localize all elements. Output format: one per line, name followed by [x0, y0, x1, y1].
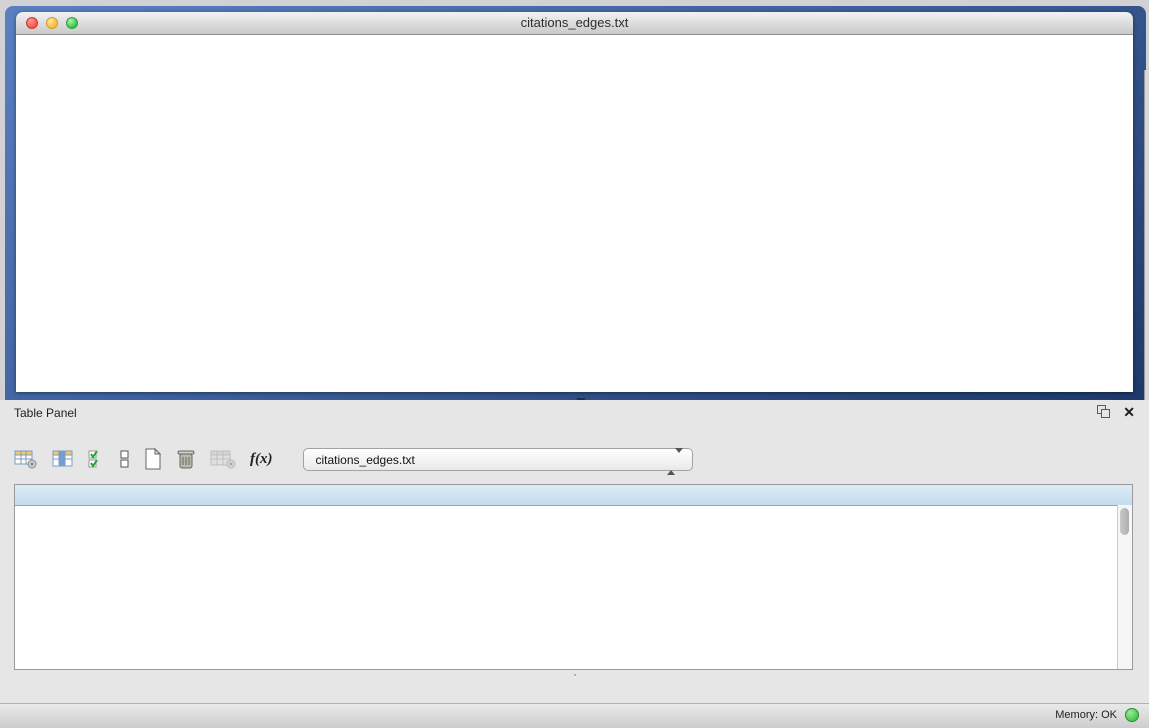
table-vertical-scrollbar[interactable] — [1117, 505, 1132, 669]
network-canvas[interactable] — [16, 35, 1133, 392]
select-all-columns-icon[interactable] — [88, 449, 106, 469]
network-canvas-svg[interactable] — [16, 35, 1133, 392]
graph-window[interactable]: citations_edges.txt — [16, 12, 1133, 392]
node-table[interactable] — [14, 484, 1133, 670]
table-header-row — [15, 485, 1132, 506]
row-height-icon[interactable] — [120, 449, 130, 469]
table-panel: Table Panel ✕ f(x) — [0, 400, 1149, 727]
delete-table-icon — [210, 449, 236, 469]
graph-window-titlebar[interactable]: citations_edges.txt — [16, 12, 1133, 35]
network-desktop: citations_edges.txt — [5, 6, 1146, 400]
function-builder-icon[interactable]: f(x) — [250, 451, 273, 468]
table-toolbar: f(x) citations_edges.txt — [14, 442, 693, 476]
float-panel-icon[interactable] — [1097, 405, 1111, 419]
table-panel-header: Table Panel ✕ — [0, 400, 1149, 426]
graph-window-title: citations_edges.txt — [16, 15, 1133, 30]
memory-status-icon[interactable] — [1125, 708, 1139, 722]
app-root: { "window": { "title": "citations_edges.… — [0, 0, 1149, 727]
selector-stepper-icon — [667, 453, 683, 471]
table-panel-title: Table Panel — [14, 406, 77, 420]
network-table-selector-value: citations_edges.txt — [316, 453, 415, 467]
network-table-selector[interactable]: citations_edges.txt — [303, 448, 693, 471]
status-bar: Memory: OK — [0, 703, 1149, 728]
create-column-icon[interactable] — [144, 448, 162, 470]
delete-columns-icon[interactable] — [176, 448, 196, 470]
show-columns-icon[interactable] — [52, 449, 74, 469]
memory-status-label: Memory: OK — [1055, 709, 1117, 721]
table-tabs — [0, 674, 1149, 676]
table-mode-icon[interactable] — [14, 449, 38, 469]
close-panel-icon[interactable]: ✕ — [1123, 405, 1135, 419]
table-tab-segment — [574, 674, 576, 676]
scrollbar-thumb[interactable] — [1120, 508, 1129, 535]
desktop-edge-right — [1144, 70, 1149, 400]
